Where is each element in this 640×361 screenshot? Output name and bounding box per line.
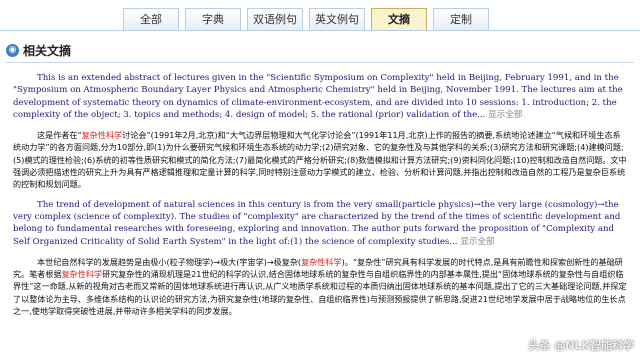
highlighted-term: 复杂性科学 xyxy=(81,130,123,141)
abstract-paragraph: 本世纪自然科学的发展趋势是由极小(粒子物理学)→极大(宇宙学)→极复杂(复杂性科… xyxy=(13,256,627,317)
abstract-text: The trend of development of natural scie… xyxy=(13,199,621,247)
watermark: 头条 @NLK智能科学 xyxy=(528,339,634,352)
tab-4[interactable]: 文摘 xyxy=(371,8,427,31)
abstract-text: This is an extended abstract of lectures… xyxy=(13,73,623,120)
show-all-link[interactable]: 显示全部 xyxy=(460,237,494,247)
highlighted-term: 复杂性科学 xyxy=(61,269,103,280)
abstract-paragraph: The trend of development of natural scie… xyxy=(13,199,627,248)
tab-0[interactable]: 全部 xyxy=(123,8,179,30)
abstract-paragraph: 这是作者在“复杂性科学讨论会”(1991年2月,北京)和“大气边界层物理和大气化… xyxy=(13,129,627,190)
tab-3[interactable]: 英文例句 xyxy=(309,8,365,30)
tab-bar: 全部 字典 双语例句 英文例句 文摘 定制 xyxy=(123,8,495,31)
abstract-list: This is an extended abstract of lectures… xyxy=(13,72,627,325)
highlighted-term: 复杂性科学 xyxy=(301,256,342,267)
abstract-text: 这是作者在“ xyxy=(37,130,82,141)
tab-divider xyxy=(0,30,640,31)
tab-2[interactable]: 双语例句 xyxy=(247,8,303,30)
section-divider xyxy=(6,62,634,63)
abstract-paragraph: This is an extended abstract of lectures… xyxy=(13,72,627,121)
tab-1[interactable]: 字典 xyxy=(185,8,241,30)
tab-5[interactable]: 定制 xyxy=(433,8,489,30)
section-header: ◉ 相关文摘 xyxy=(6,42,71,59)
abstract-text: 本世纪自然科学的发展趋势是由极小(粒子物理学)→极大(宇宙学)→极复杂( xyxy=(37,256,302,267)
show-all-link[interactable]: 显示全部 xyxy=(488,110,522,120)
section-title: 相关文摘 xyxy=(23,44,72,58)
book-icon: ◉ xyxy=(6,44,19,57)
abstract-text: 研究复杂性的涌现机理是21世纪的科学的认识,结合固体地球系统的复杂性与自组织临界… xyxy=(13,269,627,317)
